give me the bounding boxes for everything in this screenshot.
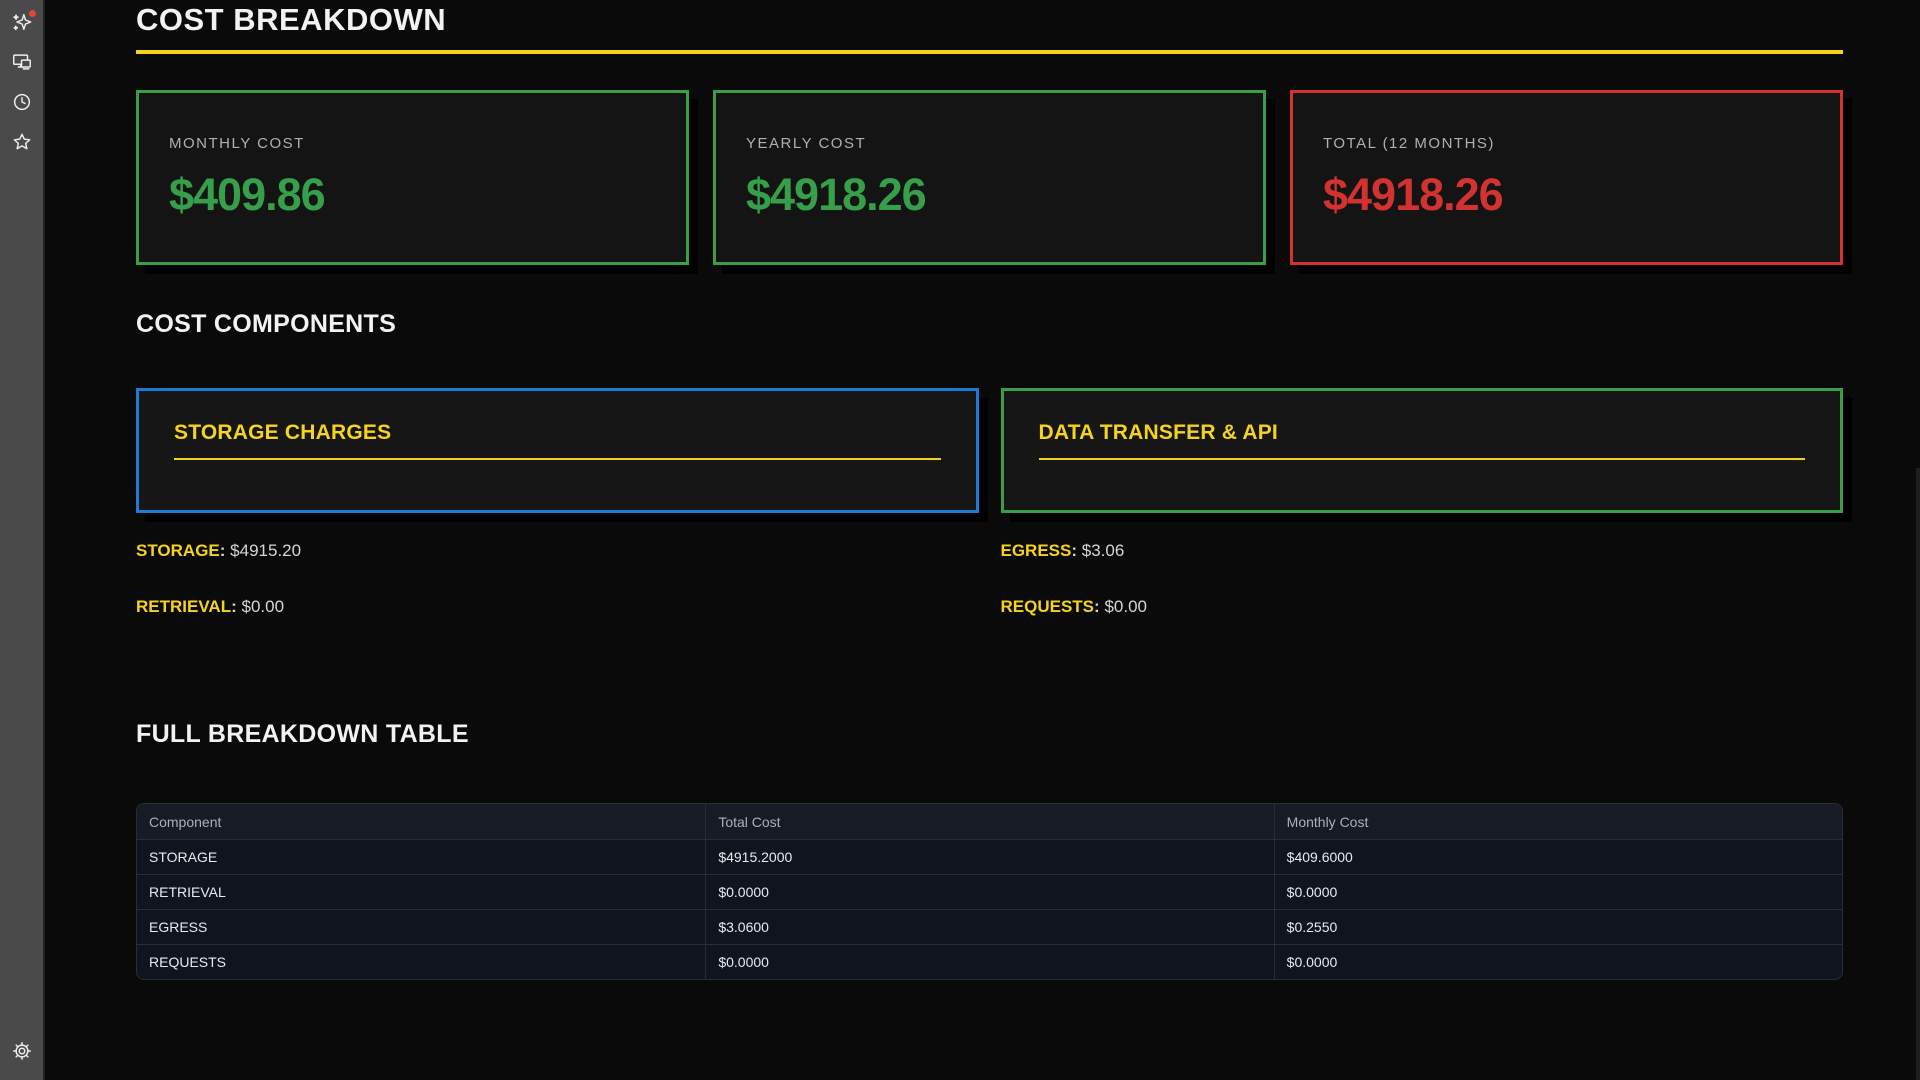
value-label: EGRESS — [1001, 541, 1072, 560]
table-row: RETRIEVAL $0.0000 $0.0000 — [137, 874, 1842, 909]
storage-charges-card: STORAGE CHARGES — [136, 388, 979, 513]
column-header-component: Component — [137, 804, 705, 839]
history-button[interactable] — [7, 89, 37, 119]
card-label: MONTHLY COST — [169, 135, 656, 152]
data-transfer-api-card: DATA TRANSFER & API — [1001, 388, 1844, 513]
value-separator: : — [1094, 597, 1100, 616]
cell-component: REQUESTS — [137, 944, 705, 979]
cell-component: RETRIEVAL — [137, 874, 705, 909]
full-breakdown-table-heading: FULL BREAKDOWN TABLE — [136, 720, 469, 749]
cell-component: STORAGE — [137, 839, 705, 874]
breakdown-table: Component Total Cost Monthly Cost STORAG… — [136, 803, 1843, 980]
retrieval-value-line: RETRIEVAL: $0.00 — [136, 597, 979, 617]
egress-value-line: EGRESS: $3.06 — [1001, 541, 1844, 561]
card-value: $409.86 — [169, 169, 656, 221]
column-header-monthly-cost: Monthly Cost — [1274, 804, 1842, 839]
value-separator: : — [220, 541, 226, 560]
storage-values-column: STORAGE: $4915.20 RETRIEVAL: $0.00 — [136, 541, 979, 653]
component-card-title: DATA TRANSFER & API — [1039, 421, 1806, 445]
table-header-row: Component Total Cost Monthly Cost — [137, 804, 1842, 839]
component-values-row: STORAGE: $4915.20 RETRIEVAL: $0.00 EGRES… — [136, 541, 1843, 653]
component-title-underline — [1039, 458, 1806, 460]
cell-monthly-cost: $0.2550 — [1274, 909, 1842, 944]
cell-total-cost: $0.0000 — [705, 874, 1273, 909]
value-amount: $3.06 — [1082, 541, 1125, 560]
table-row: STORAGE $4915.2000 $409.6000 — [137, 839, 1842, 874]
card-value: $4918.26 — [1323, 169, 1810, 221]
component-title-underline — [174, 458, 941, 460]
settings-gear-icon — [11, 1040, 33, 1067]
storage-value-line: STORAGE: $4915.20 — [136, 541, 979, 561]
devices-icon — [11, 51, 33, 78]
value-amount: $0.00 — [1104, 597, 1147, 616]
value-separator: : — [1071, 541, 1077, 560]
cell-total-cost: $0.0000 — [705, 944, 1273, 979]
ai-sparkle-button[interactable] — [7, 9, 37, 39]
history-clock-icon — [11, 91, 33, 118]
settings-button[interactable] — [7, 1038, 37, 1068]
value-label: RETRIEVAL — [136, 597, 231, 616]
table-row: EGRESS $3.0600 $0.2550 — [137, 909, 1842, 944]
notification-dot — [29, 10, 36, 17]
main-content: COST BREAKDOWN MONTHLY COST $409.86 YEAR… — [136, 0, 1843, 1080]
card-label: TOTAL (12 MONTHS) — [1323, 135, 1810, 152]
cell-component: EGRESS — [137, 909, 705, 944]
cell-monthly-cost: $409.6000 — [1274, 839, 1842, 874]
favorites-button[interactable] — [7, 129, 37, 159]
cell-monthly-cost: $0.0000 — [1274, 944, 1842, 979]
cell-monthly-cost: $0.0000 — [1274, 874, 1842, 909]
value-label: REQUESTS — [1001, 597, 1095, 616]
table-row: REQUESTS $0.0000 $0.0000 — [137, 944, 1842, 979]
card-label: YEARLY COST — [746, 135, 1233, 152]
cell-total-cost: $4915.2000 — [705, 839, 1273, 874]
vertical-scrollbar-thumb[interactable] — [1916, 468, 1920, 1080]
value-label: STORAGE — [136, 541, 220, 560]
component-cards-row: STORAGE CHARGES DATA TRANSFER & API — [136, 388, 1843, 513]
value-separator: : — [231, 597, 237, 616]
column-header-total-cost: Total Cost — [705, 804, 1273, 839]
left-sidebar — [0, 0, 45, 1080]
transfer-values-column: EGRESS: $3.06 REQUESTS: $0.00 — [1001, 541, 1844, 653]
summary-cards-row: MONTHLY COST $409.86 YEARLY COST $4918.2… — [136, 90, 1843, 265]
total-12-months-card: TOTAL (12 MONTHS) $4918.26 — [1290, 90, 1843, 265]
value-amount: $4915.20 — [230, 541, 301, 560]
title-accent-rule — [136, 50, 1843, 54]
favorites-star-icon — [11, 131, 33, 158]
page-title: COST BREAKDOWN — [136, 2, 446, 38]
yearly-cost-card: YEARLY COST $4918.26 — [713, 90, 1266, 265]
cell-total-cost: $3.0600 — [705, 909, 1273, 944]
monthly-cost-card: MONTHLY COST $409.86 — [136, 90, 689, 265]
value-amount: $0.00 — [241, 597, 284, 616]
card-value: $4918.26 — [746, 169, 1233, 221]
component-card-title: STORAGE CHARGES — [174, 421, 941, 445]
cost-components-heading: COST COMPONENTS — [136, 310, 396, 339]
requests-value-line: REQUESTS: $0.00 — [1001, 597, 1844, 617]
devices-button[interactable] — [7, 49, 37, 79]
